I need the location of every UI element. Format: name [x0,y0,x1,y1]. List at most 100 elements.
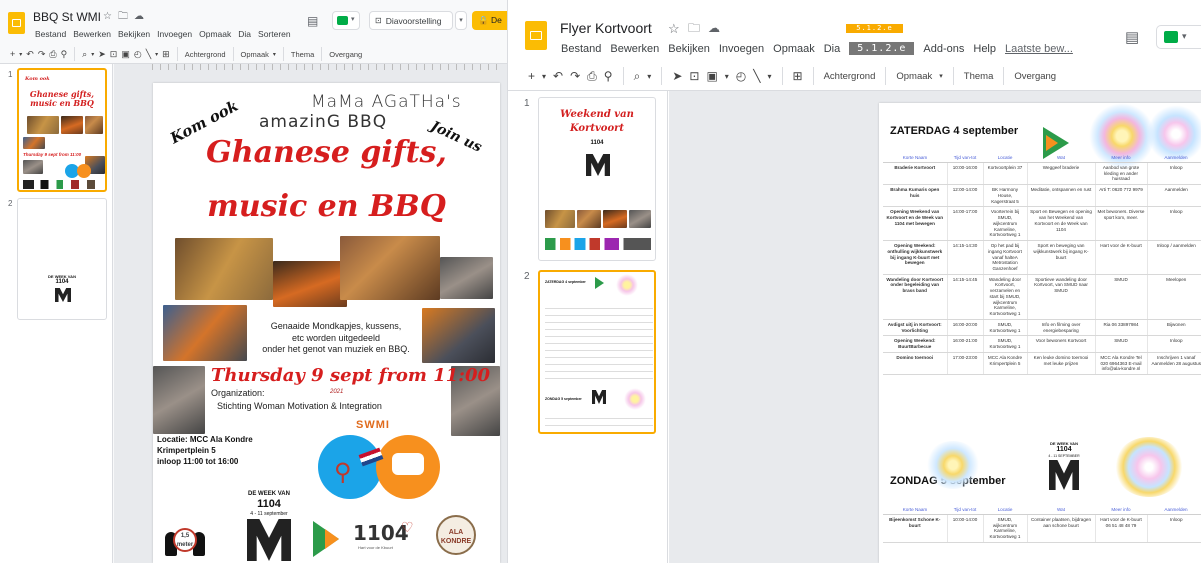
menu-edit[interactable]: Bewerken [73,29,111,39]
slide-number: 1 [524,98,530,109]
slide-thumbnail-1[interactable]: Kom ook Ghanese gifts, music en BBQ Thurs… [17,68,107,192]
menu-file[interactable]: Bestand [561,43,601,55]
slide-thumbnail-2[interactable]: DE WEEK VAN 1104 [17,198,107,320]
image-icon[interactable]: ▣ [121,49,130,60]
line-menu-icon[interactable]: ▾ [768,72,772,81]
menu-file[interactable]: Bestand [35,29,66,39]
slides-logo-icon[interactable] [525,21,547,50]
menu-slide[interactable]: Dia [238,29,251,39]
table-cell: Opening Weekend van Kortvoort en de Week… [883,206,947,242]
star-icon[interactable]: ☆ [103,12,112,22]
meet-button[interactable]: ▾ [1156,25,1201,49]
info-line: onder het genot van muziek en BBQ. [262,344,410,355]
new-slide-icon[interactable]: + [10,49,15,59]
redo-icon[interactable]: ↷ [570,69,580,83]
menu-view[interactable]: Bekijken [668,43,710,55]
column-header: Locatie [983,505,1027,515]
last-edit-link[interactable]: Laatste bew... [1005,43,1073,55]
menu-format[interactable]: Opmaak [199,29,231,39]
transition-button[interactable]: Overgang [329,50,362,59]
textbox-icon[interactable]: ⊡ [689,69,699,83]
present-button[interactable]: ⊡ Diavoorstelling [369,11,453,30]
column-header: Locatie [983,153,1027,163]
document-title[interactable]: Flyer Kortvoort [560,20,652,36]
slide-thumbnail-2[interactable]: ZATERDAG 4 september ZONDAG 5 september [538,270,656,434]
select-cursor-icon[interactable]: ➤ [672,69,682,83]
background-button[interactable]: Achtergrond [185,50,226,59]
comments-icon[interactable]: ▤ [1125,30,1139,45]
comments-icon[interactable]: ▤ [307,15,318,27]
new-slide-icon[interactable]: + [528,69,535,83]
menu-insert[interactable]: Invoegen [719,43,764,55]
background-button[interactable]: Achtergrond [824,71,876,82]
move-folder-icon[interactable]: 🗀 [118,12,128,22]
present-options-button[interactable]: ▾ [455,11,467,30]
menu-slide[interactable]: Dia [824,43,841,55]
line-icon[interactable]: ╲ [146,49,151,60]
line-icon[interactable]: ╲ [753,69,760,83]
slide-thumbnail-1[interactable]: Weekend van Kortvoort 1104 [538,97,656,261]
document-title[interactable]: BBQ St WMI [33,10,101,24]
table-cell: Sport en Bewegen en opening van het Week… [1026,206,1095,242]
thumb-photo [23,137,45,149]
zoom-icon[interactable]: ⌕ [634,69,641,84]
comment-add-icon[interactable]: ⊞ [162,49,170,60]
new-slide-menu-icon[interactable]: ▾ [19,51,22,58]
table-cell: MCC Ala Kondre Tel 020 6964363 E-mail in… [1094,352,1147,376]
cloud-status-icon: ☁ [134,11,144,22]
location-line: inloop 11:00 tot 16:00 [157,456,239,466]
table-cell: Hart voor de K-buurt [1094,240,1147,275]
print-icon[interactable]: ⎙ [587,69,597,84]
menu-edit[interactable]: Bewerken [610,43,659,55]
undo-icon[interactable]: ↶ [26,49,34,60]
table-cell: Inloop [1146,514,1201,543]
week-dates: 4 - 11 september [250,511,288,517]
theme-button[interactable]: Thema [964,71,994,82]
transition-button[interactable]: Overgang [1014,71,1056,82]
move-folder-icon[interactable]: 🗀 [688,22,700,34]
menu-view[interactable]: Bekijken [118,29,150,39]
slide-bbq[interactable]: MaMa AGaTHa's amazinG BBQ Kom ook Join u… [153,83,500,563]
paint-format-icon[interactable]: ⚲ [61,49,68,60]
zoom-menu-icon[interactable]: ▾ [647,72,651,81]
menu-format[interactable]: Opmaak [773,43,815,55]
organization-name: Stichting Woman Motivation & Integration [217,401,382,411]
thumb-week-logo [592,390,606,404]
menu-arrange[interactable]: Sorteren [258,29,291,39]
paint-format-icon[interactable]: ⚲ [604,69,613,83]
shape-icon[interactable]: ◴ [736,69,746,83]
meet-button[interactable]: ▾ [332,11,360,30]
thumb-arrow-icon [595,277,604,289]
week-number: 1104 [257,498,281,510]
layout-button[interactable]: Opmaak [241,50,269,59]
select-cursor-icon[interactable]: ➤ [98,49,106,60]
print-icon[interactable]: ⎙ [49,49,56,60]
image-menu-icon[interactable]: ▾ [725,72,729,81]
undo-icon[interactable]: ↶ [553,69,563,83]
ala-kondre-logo: ALA KONDRE [436,515,476,555]
share-button[interactable]: 🔒 De [472,11,507,30]
slide-schedule[interactable]: ZATERDAG 4 september Korte Naam Tijd van… [879,103,1201,563]
zoom-menu-icon[interactable]: ▾ [91,51,94,58]
menu-help[interactable]: Help [973,43,996,55]
shape-icon[interactable]: ◴ [134,49,142,60]
theme-button[interactable]: Thema [291,50,314,59]
new-slide-menu-icon[interactable]: ▾ [542,72,546,81]
star-icon[interactable]: ☆ [668,22,680,35]
header-mama-agatha: MaMa AGaTHa's [311,92,462,112]
menu-highlight[interactable]: 5.1.2.e [849,42,915,55]
thumb-table [545,302,653,382]
layout-button[interactable]: Opmaak [896,71,932,82]
menu-addons[interactable]: Add-ons [923,43,964,55]
redo-icon[interactable]: ↷ [38,49,46,60]
slides-logo-icon[interactable] [8,12,25,34]
textbox-icon[interactable]: ⊡ [110,49,118,60]
line-menu-icon[interactable]: ▾ [155,51,158,58]
info-line: Genaaide Mondkapjes, kussens, [270,321,402,331]
zoom-icon[interactable]: ⌕ [82,49,87,60]
image-icon[interactable]: ▣ [706,69,717,83]
comment-add-icon[interactable]: ⊞ [793,69,803,83]
thumb-photo [545,210,575,228]
menu-insert[interactable]: Invoegen [157,29,192,39]
heart-icon: ♡ [401,519,414,535]
